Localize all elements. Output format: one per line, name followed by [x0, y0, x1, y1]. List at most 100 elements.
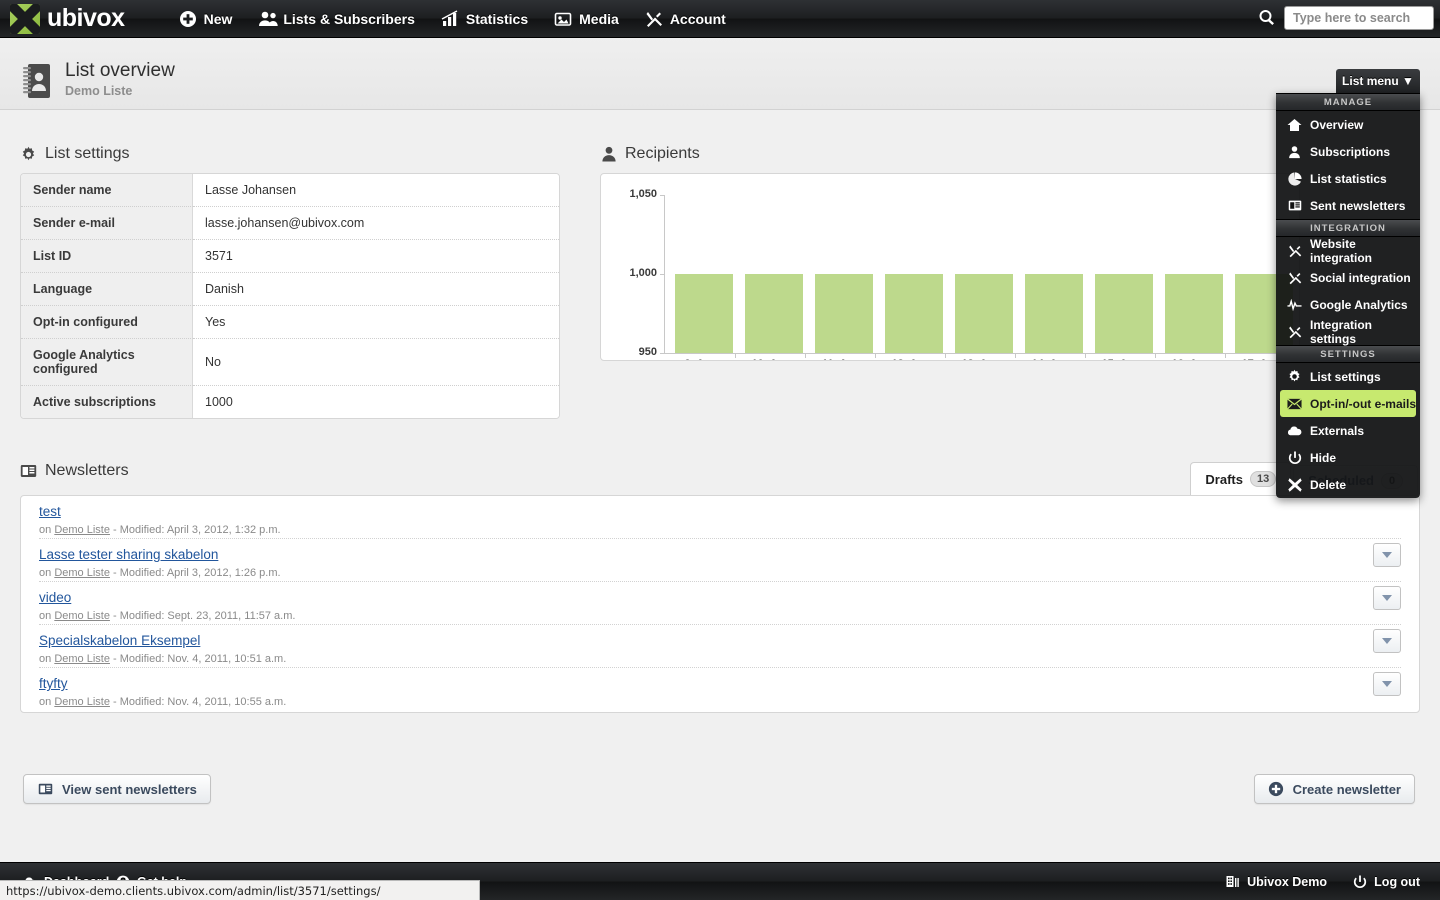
home-icon — [1287, 117, 1302, 132]
row-key: Opt-in configured — [21, 306, 193, 339]
row-value: Yes — [193, 306, 559, 339]
menu-item-sent-newsletters[interactable]: Sent newsletters — [1276, 192, 1420, 219]
menu-item-list-statistics[interactable]: List statistics — [1276, 165, 1420, 192]
list-menu-button[interactable]: List menu ▼ — [1336, 69, 1420, 93]
power-icon — [1352, 874, 1367, 889]
menu-item-social-integration[interactable]: Social integration — [1276, 264, 1420, 291]
chart-y-tick — [660, 195, 665, 196]
chart-x-tick-label: 16. Apr — [1155, 358, 1225, 360]
chart-y-tick-label: 1,000 — [629, 267, 657, 279]
footer-logout[interactable]: Log out — [1352, 874, 1420, 889]
list-item: Specialskabelon Eksempel on Demo Liste -… — [39, 625, 1401, 668]
menu-item-google-analytics[interactable]: Google Analytics — [1276, 291, 1420, 318]
chevron-down-icon — [1382, 552, 1392, 558]
search-input[interactable] — [1284, 6, 1434, 30]
nav-label-new: New — [203, 10, 233, 27]
menu-item-overview[interactable]: Overview — [1276, 111, 1420, 138]
meta-on: on — [39, 567, 52, 579]
newsletters-title: Newsletters — [45, 462, 129, 479]
chart-bar[interactable] — [885, 274, 943, 353]
search-icon[interactable] — [1258, 9, 1276, 27]
chart-x-tick-label: 13. Apr — [945, 358, 1015, 360]
table-row: Opt-in configured Yes — [21, 306, 559, 339]
pie-chart-icon — [1287, 171, 1302, 186]
recipients-chart: 950 1,000 1,050 9. Apr10. Apr11. Apr12. Apr… — [600, 173, 1300, 361]
newsletter-link[interactable]: Lasse tester sharing skabelon — [39, 547, 218, 562]
recipients-panel: Recipients Changes Latests signups 9501,… — [600, 145, 1300, 361]
menu-item-list-settings[interactable]: List settings — [1276, 363, 1420, 390]
tools-icon — [1287, 243, 1302, 258]
gear-icon — [1287, 369, 1302, 384]
nav-item-media[interactable]: Media — [554, 10, 619, 28]
newsletter-link[interactable]: Specialskabelon Eksempel — [39, 633, 200, 648]
chart-x-tick-label: 11. Apr — [805, 358, 875, 360]
newsletter-actions-button[interactable] — [1373, 586, 1401, 610]
dropdown-section-manage: MANAGE — [1276, 93, 1420, 111]
menu-item-delete[interactable]: Delete — [1276, 471, 1420, 498]
meta-list-link[interactable]: Demo Liste — [54, 567, 110, 579]
menu-label: Google Analytics — [1310, 297, 1408, 312]
browser-status-bar: https://ubivox-demo.clients.ubivox.com/a… — [0, 880, 480, 900]
chart-bar[interactable] — [675, 274, 733, 353]
list-menu-dropdown: MANAGE Overview Subscriptions List stati… — [1276, 93, 1420, 498]
menu-item-optin-optout-emails[interactable]: Opt-in/-out e-mails — [1280, 390, 1416, 417]
cloud-icon — [1287, 423, 1302, 438]
meta-list-link[interactable]: Demo Liste — [54, 610, 110, 622]
menu-item-integration-settings[interactable]: Integration settings — [1276, 318, 1420, 346]
list-settings-panel: List settings Sender name Lasse Johansen… — [20, 145, 560, 419]
chart-x-tick-label: 14. Apr — [1015, 358, 1085, 360]
chart-bar[interactable] — [745, 274, 803, 353]
chevron-down-icon — [1382, 595, 1392, 601]
tools-icon — [1287, 270, 1302, 285]
nav-label-media: Media — [579, 10, 619, 27]
person-icon — [1287, 144, 1302, 159]
page-title: List overview — [65, 60, 175, 81]
menu-item-externals[interactable]: Externals — [1276, 417, 1420, 444]
footer-account[interactable]: Ubivox Demo — [1225, 874, 1327, 889]
meta-on: on — [39, 610, 52, 622]
newsletter-actions-button[interactable] — [1373, 543, 1401, 567]
brand-logo[interactable]: ubivox — [10, 3, 125, 34]
menu-item-subscriptions[interactable]: Subscriptions — [1276, 138, 1420, 165]
menu-item-website-integration[interactable]: Website integration — [1276, 237, 1420, 265]
nav-item-statistics[interactable]: Statistics — [441, 9, 528, 28]
chart-y-tick — [660, 353, 665, 354]
nav-item-account[interactable]: Account — [645, 10, 726, 28]
meta-list-link[interactable]: Demo Liste — [54, 524, 110, 536]
menu-item-hide[interactable]: Hide — [1276, 444, 1420, 471]
newspaper-icon — [20, 463, 37, 480]
chart-x-tick-label: 15. Apr — [1085, 358, 1155, 360]
chart-bar[interactable] — [1025, 274, 1083, 353]
newsletter-link[interactable]: video — [39, 590, 71, 605]
view-sent-newsletters-button[interactable]: View sent newsletters — [23, 774, 211, 804]
chart-bar[interactable] — [1165, 274, 1223, 353]
create-newsletter-button[interactable]: Create newsletter — [1253, 774, 1415, 804]
nav-item-lists-subscribers[interactable]: Lists & Subscribers — [258, 10, 415, 28]
list-item: ftyfty on Demo Liste - Modified: Nov. 4,… — [39, 668, 1401, 711]
meta-on: on — [39, 653, 52, 665]
bar-chart-icon — [441, 9, 459, 28]
search-area — [1258, 6, 1434, 30]
nav-label-account: Account — [669, 10, 726, 27]
newsletters-list: test on Demo Liste - Modified: April 3, … — [20, 495, 1420, 713]
newsletter-actions-button[interactable] — [1373, 629, 1401, 653]
meta-modified: - Modified: Sept. 23, 2011, 11:57 a.m. — [113, 610, 296, 622]
chart-bar[interactable] — [1095, 274, 1153, 353]
chart-bar[interactable] — [815, 274, 873, 353]
meta-modified: - Modified: Nov. 4, 2011, 10:51 a.m. — [113, 653, 287, 665]
meta-on: on — [39, 524, 52, 536]
row-key: List ID — [21, 240, 193, 273]
menu-label: List statistics — [1310, 171, 1387, 186]
menu-label: List settings — [1310, 369, 1381, 384]
nav-item-new[interactable]: New — [179, 10, 233, 28]
newsletter-link[interactable]: test — [39, 504, 61, 519]
meta-list-link[interactable]: Demo Liste — [54, 696, 110, 708]
newsletter-actions-button[interactable] — [1373, 672, 1401, 696]
meta-list-link[interactable]: Demo Liste — [54, 653, 110, 665]
row-key: Active subscriptions — [21, 386, 193, 418]
tools-icon — [1287, 324, 1302, 339]
chart-y-tick-label: 1,050 — [629, 188, 657, 200]
chart-bar[interactable] — [955, 274, 1013, 353]
newsletter-link[interactable]: ftyfty — [39, 676, 68, 691]
meta-modified: - Modified: April 3, 2012, 1:32 p.m. — [113, 524, 281, 536]
